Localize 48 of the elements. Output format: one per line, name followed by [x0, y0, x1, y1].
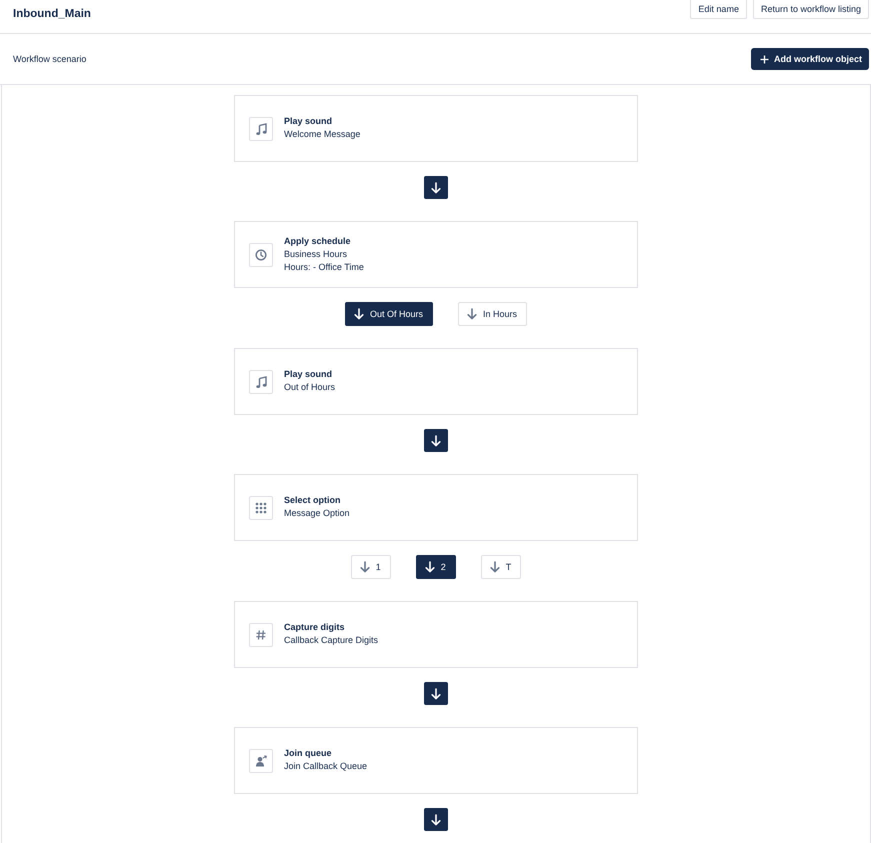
step-detail: Join Callback Queue [284, 760, 368, 774]
add-workflow-object-button[interactable]: Add workflow object [750, 48, 869, 70]
workflow-title: Inbound_Main [13, 7, 91, 21]
branch-button[interactable]: T [480, 555, 522, 579]
arrow-down-icon [431, 434, 441, 446]
next-step-button[interactable] [424, 429, 448, 452]
step-detail: Welcome Message [284, 128, 360, 142]
step-title: Play sound [284, 115, 332, 128]
step-detail: Message Option [284, 507, 350, 520]
section-title: Workflow scenario [13, 54, 86, 64]
branch-button[interactable]: 1 [350, 555, 391, 579]
workflow-step-card[interactable]: Apply schedule Business Hours Hours: - Office Time [234, 221, 638, 288]
clock-icon [249, 242, 273, 266]
workflow-step-card[interactable]: Capture digits Callback Capture Digits [234, 601, 638, 668]
arrow-down-icon [431, 688, 441, 700]
hash-icon [249, 622, 273, 646]
workflow-step-card[interactable]: Select option Message Option [234, 474, 638, 541]
arrow-down-icon [467, 308, 477, 320]
arrow-down-icon [354, 308, 364, 320]
plus-icon [760, 54, 769, 64]
arrow-down-icon [360, 561, 370, 573]
step-title: Select option [284, 494, 341, 508]
branch-button[interactable]: Out Of Hours [344, 302, 433, 326]
step-title: Join queue [284, 747, 332, 760]
next-step-button[interactable] [424, 176, 448, 199]
arrow-down-icon [431, 182, 441, 194]
workflow-step-card[interactable]: Join queue Join Callback Queue [234, 727, 638, 794]
next-step-button[interactable] [424, 682, 448, 705]
workflow-step-card[interactable]: Play sound Welcome Message [234, 95, 638, 162]
workflow-step-card[interactable]: Play sound Out of Hours [234, 348, 638, 415]
step-detail: Out of Hours [284, 381, 336, 394]
next-step-button[interactable] [424, 808, 448, 831]
arrow-down-icon [424, 561, 435, 573]
music-note-icon [249, 370, 273, 394]
keypad-icon [249, 496, 273, 520]
step-detail: Business Hours [284, 248, 348, 260]
step-detail: Hours: - Office Time [284, 261, 364, 274]
header-button[interactable]: Edit name [690, 0, 747, 19]
arrow-down-icon [431, 814, 441, 826]
step-title: Apply schedule [284, 234, 351, 248]
step-title: Play sound [284, 368, 332, 382]
step-title: Capture digits [284, 621, 345, 634]
header-button[interactable]: Return to workflow listing [752, 0, 869, 19]
branch-button[interactable]: 2 [416, 555, 456, 579]
step-detail: Callback Capture Digits [284, 634, 378, 648]
branch-button[interactable]: In Hours [458, 302, 528, 326]
music-note-icon [249, 116, 273, 140]
arrow-down-icon [490, 561, 500, 573]
